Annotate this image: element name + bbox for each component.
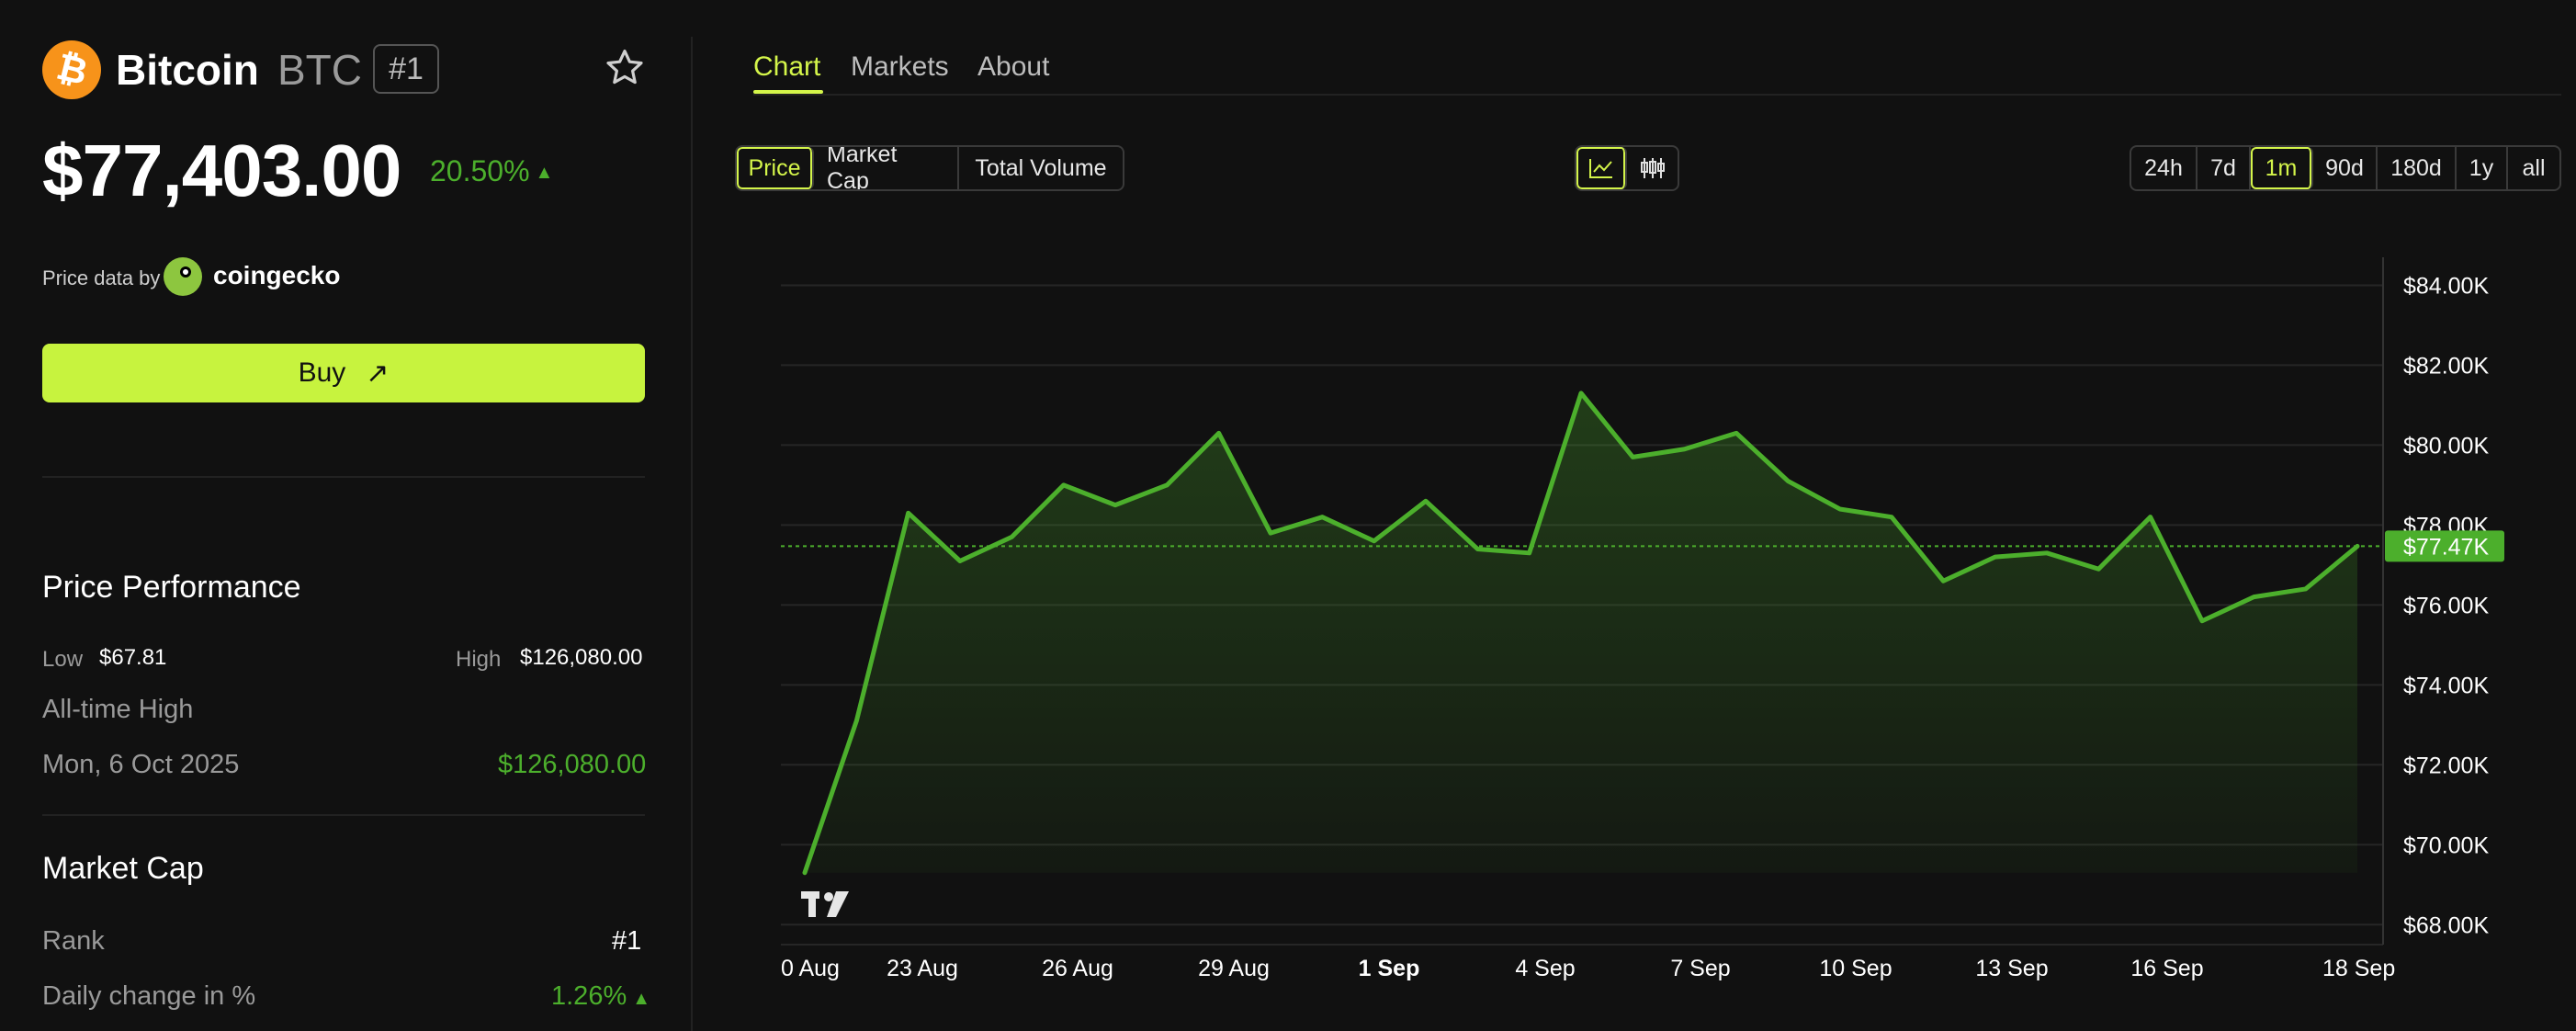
high-value: $126,080.00 <box>520 645 643 670</box>
price-chart[interactable]: $84.00K$82.00K$80.00K$78.00K$76.00K$74.0… <box>693 0 2576 1031</box>
up-arrow-icon: ▲ <box>632 989 651 1009</box>
market-cap-title: Market Cap <box>42 851 204 886</box>
chart-panel: Chart Markets About Price Market Cap Tot… <box>693 0 2576 1031</box>
low-value: $67.81 <box>99 645 167 670</box>
current-price: $77,403.00 <box>42 130 401 211</box>
x-tick-label: 23 Aug <box>887 956 958 981</box>
up-arrow-icon: ▲ <box>535 163 554 184</box>
x-tick-label: 4 Sep <box>1515 956 1575 981</box>
daily-change-label: Daily change in % <box>42 981 256 1011</box>
ath-label: All-time High <box>42 695 194 724</box>
x-tick-label: 29 Aug <box>1198 956 1270 981</box>
x-tick-label: 1 Sep <box>1359 956 1420 981</box>
high-label: High <box>456 647 502 672</box>
y-tick-label: $82.00K <box>2403 353 2489 379</box>
star-icon[interactable] <box>603 46 647 90</box>
x-tick-label: 0 Aug <box>781 956 840 981</box>
y-tick-label: $76.00K <box>2403 593 2489 618</box>
source-label: Price data by <box>42 266 161 289</box>
y-tick-label: $84.00K <box>2403 273 2489 299</box>
y-tick-label: $70.00K <box>2403 833 2489 858</box>
price-change-value: 20.50% <box>430 154 530 187</box>
price-change: 20.50% ▲ <box>430 154 553 188</box>
low-label: Low <box>42 647 84 672</box>
bitcoin-icon: ₿ <box>42 40 101 99</box>
y-tick-label: $72.00K <box>2403 753 2489 778</box>
buy-label: Buy <box>298 357 346 388</box>
rank-badge: #1 <box>373 44 439 94</box>
rank-value: #1 <box>612 926 642 956</box>
y-tick-label: $80.00K <box>2403 433 2489 459</box>
tradingview-logo-icon <box>801 891 849 917</box>
y-tick-label: $74.00K <box>2403 673 2489 698</box>
rank-label: Rank <box>42 926 105 956</box>
price-area-fill <box>805 392 2357 873</box>
divider <box>42 814 645 816</box>
ath-value: $126,080.00 <box>498 750 647 779</box>
divider <box>42 476 645 478</box>
x-tick-label: 26 Aug <box>1042 956 1113 981</box>
price-performance-title: Price Performance <box>42 570 301 605</box>
coin-symbol: BTC <box>277 46 362 94</box>
coingecko-logo-icon <box>164 257 202 296</box>
x-tick-label: 13 Sep <box>1975 956 2048 981</box>
buy-button[interactable]: Buy ↗ <box>42 344 645 402</box>
y-tick-label: $68.00K <box>2403 912 2489 938</box>
daily-change-value: 1.26% ▲ <box>551 981 650 1012</box>
x-tick-label: 18 Sep <box>2322 956 2395 981</box>
coin-name: Bitcoin <box>116 46 259 94</box>
x-tick-label: 16 Sep <box>2130 956 2203 981</box>
x-tick-label: 10 Sep <box>1819 956 1892 981</box>
coin-summary-panel: ₿ Bitcoin BTC #1 $77,403.00 20.50% ▲ Pric… <box>0 0 691 1031</box>
ath-date: Mon, 6 Oct 2025 <box>42 750 240 779</box>
x-tick-label: 7 Sep <box>1670 956 1730 981</box>
daily-change-number: 1.26% <box>551 981 627 1011</box>
current-price-label: $77.47K <box>2403 534 2489 560</box>
source-name[interactable]: coingecko <box>213 261 340 290</box>
external-arrow-icon: ↗ <box>366 357 390 389</box>
